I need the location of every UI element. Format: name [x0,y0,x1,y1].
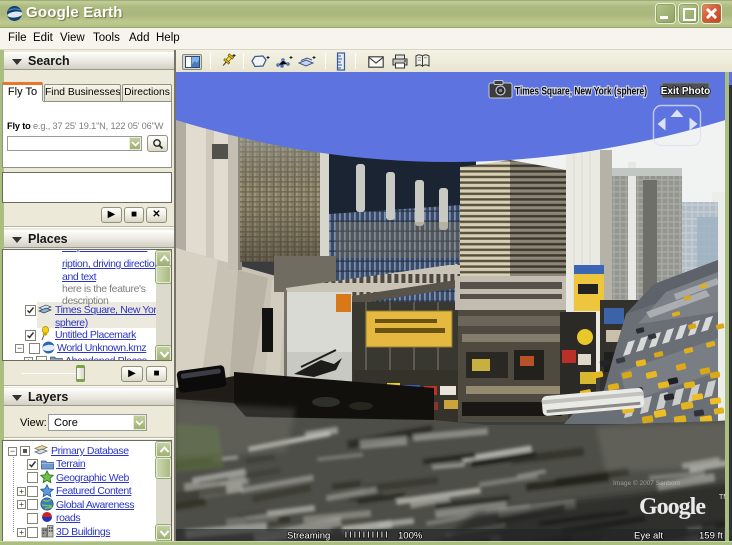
svg-text:Times Square, New York (sphere: Times Square, New York (sphere) [515,86,647,98]
svg-text:Streaming: Streaming [287,531,330,542]
svg-text:100%: 100% [398,531,423,542]
svg-text:159 ft: 159 ft [699,531,723,542]
svg-text:Google: Google [639,494,706,520]
svg-text:Eye alt: Eye alt [634,531,663,542]
svg-text:Image © 2007 Sanborn: Image © 2007 Sanborn [613,479,681,487]
svg-text:Exit Photo: Exit Photo [661,86,710,97]
